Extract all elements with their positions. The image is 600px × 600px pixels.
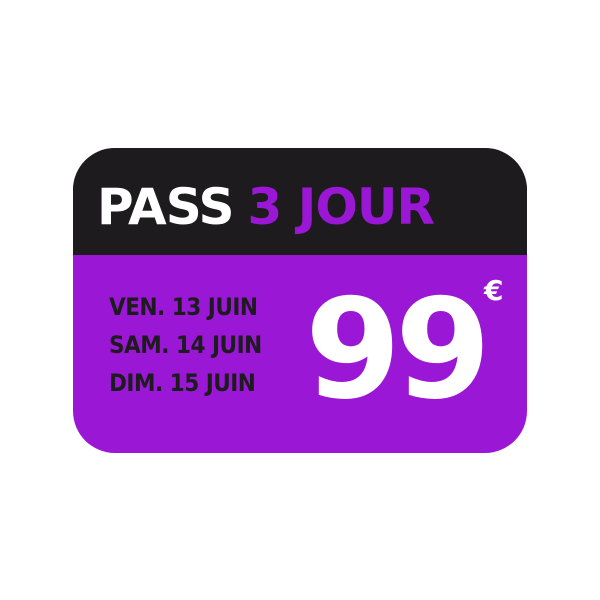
pass-ticket-card: PASS 3 JOUR VEN. 13 JUIN SAM. 14 JUIN DI… bbox=[73, 148, 527, 453]
currency-symbol: € bbox=[484, 274, 504, 307]
price-block: 99 € bbox=[305, 276, 505, 424]
ticket-header: PASS 3 JOUR bbox=[73, 148, 527, 255]
ticket-title: PASS 3 JOUR bbox=[97, 174, 435, 240]
price-value: 99 bbox=[305, 269, 491, 430]
title-pass-text: PASS bbox=[97, 178, 235, 236]
page: PASS 3 JOUR VEN. 13 JUIN SAM. 14 JUIN DI… bbox=[0, 0, 600, 600]
title-duration-text: 3 JOUR bbox=[247, 178, 435, 236]
